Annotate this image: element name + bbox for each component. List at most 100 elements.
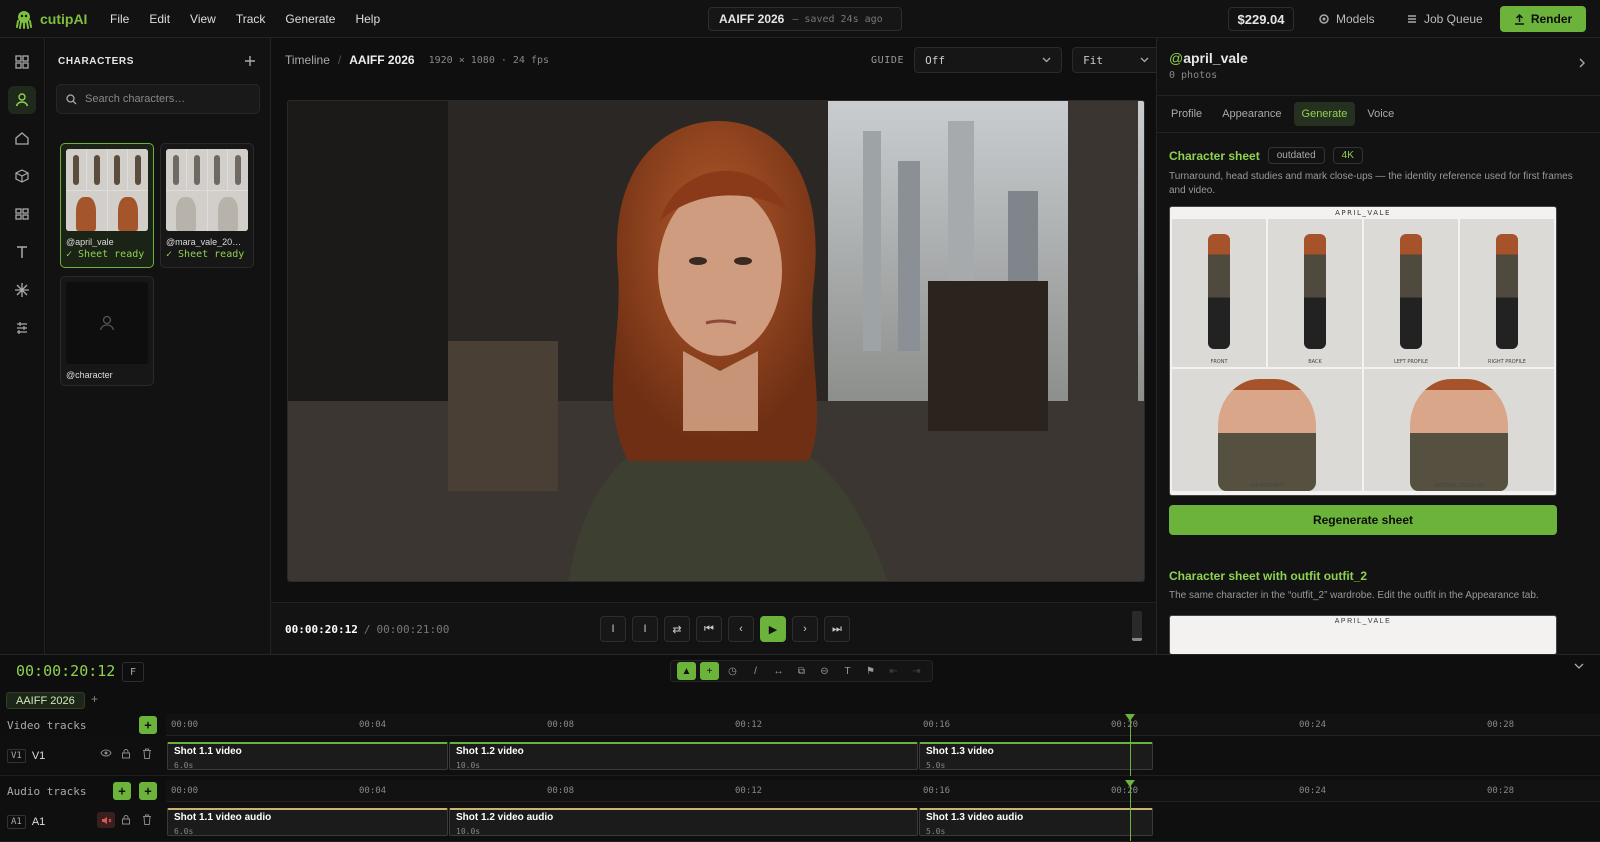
outfit-sheet-image[interactable]: APRIL_VALE [1169, 615, 1557, 654]
character-sheet-image[interactable]: APRIL_VALE FRONT BACK LEFT PROFILE RIGHT… [1169, 206, 1557, 496]
character-card-new[interactable]: @character [60, 276, 154, 386]
video-clip[interactable]: Shot 1.2 video 10.0s [449, 742, 918, 770]
loop-icon: ⇄ [672, 623, 682, 636]
render-button[interactable]: Render [1500, 6, 1586, 32]
job-queue-label: Job Queue [1424, 12, 1483, 26]
chevron-right-icon[interactable] [1579, 58, 1586, 68]
guide-label: GUIDE [871, 54, 905, 66]
prev-marker-icon[interactable]: ⇤ [884, 662, 903, 680]
menu-bar: File Edit View Track Generate Help [100, 12, 390, 26]
search-input[interactable] [85, 93, 245, 105]
tab-generate[interactable]: Generate [1293, 102, 1356, 126]
breadcrumb-timeline[interactable]: Timeline [285, 53, 330, 67]
step-forward-button[interactable]: › [792, 616, 818, 642]
audio-clip[interactable]: Shot 1.3 video audio 5.0s [919, 808, 1153, 836]
sequence-tab[interactable]: AAIFF 2026 [6, 692, 85, 709]
audio-tracks-header: Audio tracks + + [0, 780, 166, 802]
audio-clip[interactable]: Shot 1.2 video audio 10.0s [449, 808, 918, 836]
menu-edit[interactable]: Edit [139, 12, 180, 26]
person-icon[interactable] [8, 86, 36, 114]
sheet-left-profile: LEFT PROFILE [1364, 219, 1458, 367]
tab-voice[interactable]: Voice [1359, 102, 1402, 126]
menu-track[interactable]: Track [226, 12, 276, 26]
mute-speaker-icon[interactable] [97, 812, 115, 828]
sparkle-icon[interactable] [8, 276, 36, 304]
lock-icon[interactable] [121, 748, 131, 759]
trash-icon[interactable] [142, 814, 152, 825]
volume-slider[interactable] [1132, 611, 1142, 641]
text-icon[interactable] [8, 238, 36, 266]
models-button[interactable]: Models [1318, 0, 1375, 38]
audio-clip[interactable]: Shot 1.1 video audio 6.0s [167, 808, 448, 836]
next-marker-icon[interactable]: ⇥ [907, 662, 926, 680]
flag-icon[interactable]: ⚑ [861, 662, 880, 680]
link-icon[interactable]: ⊖ [815, 662, 834, 680]
character-thumbnail [166, 149, 248, 231]
tab-appearance[interactable]: Appearance [1214, 102, 1289, 126]
mark-in-button[interactable]: I [600, 616, 626, 642]
step-back-button[interactable]: ‹ [728, 616, 754, 642]
zoom-select[interactable]: Fit [1072, 47, 1161, 73]
go-to-end-button[interactable]: ⏭ [824, 616, 850, 642]
home-icon[interactable] [8, 124, 36, 152]
add-audio-track-button-2[interactable]: + [139, 782, 157, 800]
add-character-icon[interactable] [244, 55, 256, 67]
project-title-box[interactable]: AAIFF 2026 — saved 24s ago [708, 7, 902, 31]
add-tool-icon[interactable]: + [700, 662, 719, 680]
menu-help[interactable]: Help [345, 12, 390, 26]
sliders-icon[interactable] [8, 314, 36, 342]
character-card-april[interactable]: @april_vale ✓ Sheet ready [60, 143, 154, 268]
crop-icon[interactable]: ⧉ [792, 662, 811, 680]
current-timecode: 00:00:20:12 [285, 622, 358, 636]
blade-icon[interactable]: / [746, 662, 765, 680]
trash-icon[interactable] [142, 748, 152, 759]
app-logo[interactable]: cutipAI [14, 9, 100, 29]
video-preview[interactable] [287, 100, 1145, 582]
frame-toggle-button[interactable]: F [122, 662, 144, 682]
regenerate-sheet-button[interactable]: Regenerate sheet [1169, 505, 1557, 535]
video-clip[interactable]: Shot 1.1 video 6.0s [167, 742, 448, 770]
video-clip[interactable]: Shot 1.3 video 5.0s [919, 742, 1153, 770]
mark-out-button[interactable]: I [632, 616, 658, 642]
video-tracks-label: Video tracks [7, 718, 87, 732]
playhead-line[interactable] [1130, 714, 1131, 776]
at-sign: @ [1169, 50, 1184, 66]
job-queue-button[interactable]: Job Queue [1406, 0, 1483, 38]
cube-icon[interactable] [8, 162, 36, 190]
lock-icon[interactable] [121, 814, 131, 825]
track-tag: V1 [7, 749, 26, 763]
character-handle: @april_vale [66, 237, 114, 247]
sheet-status: ✓ Sheet ready [66, 249, 145, 260]
clock-icon[interactable]: ◷ [723, 662, 742, 680]
loop-button[interactable]: ⇄ [664, 616, 690, 642]
layout-icon[interactable] [8, 200, 36, 228]
eye-icon[interactable] [100, 748, 112, 758]
timeline-timecode: 00:00:20:12 [16, 662, 116, 680]
menu-generate[interactable]: Generate [275, 12, 345, 26]
add-video-track-button[interactable]: + [139, 716, 157, 734]
playhead-line-audio[interactable] [1130, 780, 1131, 841]
chevron-down-icon [1042, 57, 1051, 63]
sheet-status: ✓ Sheet ready [166, 249, 245, 260]
collapse-chevron-icon[interactable] [1574, 663, 1584, 669]
sheet-closeup: NEUTRAL CLOSE-UP [1364, 369, 1554, 491]
credit-balance[interactable]: $229.04 [1228, 7, 1294, 31]
go-to-start-button[interactable]: ⏮ [696, 616, 722, 642]
skip-forward-icon: ⏭ [832, 622, 842, 635]
chevron-left-icon: ‹ [739, 623, 743, 635]
select-tool-icon[interactable]: ▲ [677, 662, 696, 680]
guide-select[interactable]: Off [914, 47, 1063, 73]
text-tool-icon[interactable]: T [838, 662, 857, 680]
character-card-mara[interactable]: @mara_vale_20… ✓ Sheet ready [160, 143, 254, 268]
menu-file[interactable]: File [100, 12, 139, 26]
play-button[interactable]: ▶ [760, 616, 786, 642]
add-sequence-icon[interactable]: + [91, 692, 98, 706]
trim-icon[interactable]: ↔ [769, 662, 788, 680]
grid-icon[interactable] [8, 48, 36, 76]
guide-value: Off [925, 53, 945, 67]
add-audio-track-button[interactable]: + [113, 782, 131, 800]
menu-view[interactable]: View [180, 12, 226, 26]
mark-in-icon: I [611, 623, 615, 635]
tab-profile[interactable]: Profile [1163, 102, 1210, 126]
top-bar: cutipAI File Edit View Track Generate He… [0, 0, 1600, 38]
